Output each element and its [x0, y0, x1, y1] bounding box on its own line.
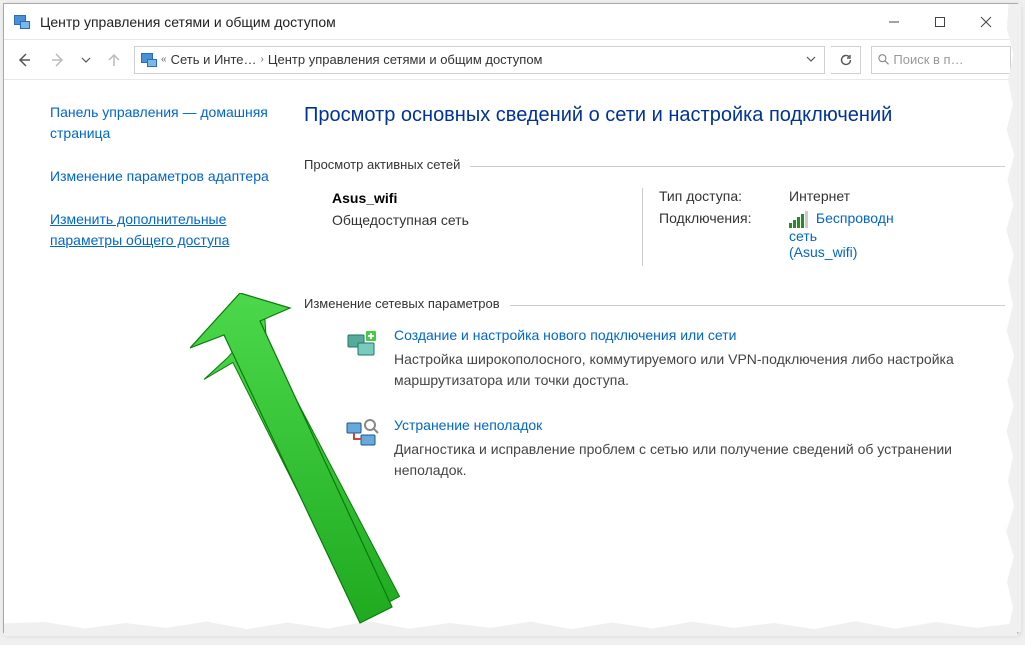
- address-dropdown[interactable]: [802, 52, 820, 67]
- control-panel-icon: [12, 13, 30, 31]
- search-icon: [878, 53, 889, 66]
- back-button[interactable]: [10, 46, 38, 74]
- refresh-button[interactable]: [831, 46, 861, 74]
- control-panel-window: Центр управления сетями и общим доступом: [3, 3, 1018, 633]
- new-connection-icon: [344, 327, 380, 363]
- forward-button[interactable]: [44, 46, 72, 74]
- recent-dropdown[interactable]: [78, 46, 94, 74]
- window-title: Центр управления сетями и общим доступом: [40, 14, 871, 30]
- titlebar: Центр управления сетями и общим доступом: [4, 4, 1017, 40]
- crumb-chevron[interactable]: «: [161, 54, 167, 65]
- breadcrumb-level2[interactable]: Центр управления сетями и общим доступом: [268, 52, 543, 67]
- up-button[interactable]: [100, 46, 128, 74]
- page-heading: Просмотр основных сведений о сети и наст…: [304, 102, 1005, 129]
- divider: [510, 305, 1005, 306]
- chevron-right-icon: ›: [261, 54, 264, 65]
- breadcrumb-level1[interactable]: Сеть и Инте…: [171, 52, 257, 67]
- address-box[interactable]: « Сеть и Инте… › Центр управления сетями…: [134, 46, 825, 74]
- troubleshoot-icon: [344, 417, 380, 453]
- access-type-value: Интернет: [789, 188, 850, 204]
- network-category: Общедоступная сеть: [332, 212, 642, 228]
- action-troubleshoot: Устранение неполадок Диагностика и испра…: [304, 417, 1005, 481]
- divider: [470, 166, 1005, 167]
- maximize-button[interactable]: [917, 7, 963, 37]
- minimize-button[interactable]: [871, 7, 917, 37]
- action-troubleshoot-link[interactable]: Устранение неполадок: [394, 417, 542, 433]
- main-pane: Просмотр основных сведений о сети и наст…: [304, 80, 1017, 632]
- close-button[interactable]: [963, 7, 1009, 37]
- sidebar-advanced-sharing-link[interactable]: Изменить дополнительные параметры общего…: [50, 209, 286, 251]
- active-network-row: Asus_wifi Общедоступная сеть Тип доступа…: [304, 188, 1005, 266]
- action-new-connection-desc: Настройка широкополосного, коммутируемог…: [394, 349, 985, 391]
- search-box[interactable]: [871, 46, 1011, 74]
- active-networks-label: Просмотр активных сетей: [304, 157, 460, 172]
- search-input[interactable]: [893, 52, 1004, 67]
- sidebar-adapter-link[interactable]: Изменение параметров адаптера: [50, 166, 286, 187]
- addressbar: « Сеть и Инте… › Центр управления сетями…: [4, 40, 1017, 80]
- location-icon: [139, 51, 157, 69]
- action-new-connection-link[interactable]: Создание и настройка нового подключения …: [394, 327, 736, 343]
- sidebar: Панель управления — домашняя страница Из…: [4, 80, 304, 632]
- wifi-signal-icon: [789, 211, 808, 228]
- access-type-label: Тип доступа:: [659, 188, 789, 204]
- network-name: Asus_wifi: [332, 190, 642, 206]
- action-troubleshoot-desc: Диагностика и исправление проблем с сеть…: [394, 439, 985, 481]
- change-settings-label: Изменение сетевых параметров: [304, 296, 500, 311]
- connections-label: Подключения:: [659, 210, 789, 226]
- action-new-connection: Создание и настройка нового подключения …: [304, 327, 1005, 391]
- sidebar-home-link[interactable]: Панель управления — домашняя страница: [50, 102, 286, 144]
